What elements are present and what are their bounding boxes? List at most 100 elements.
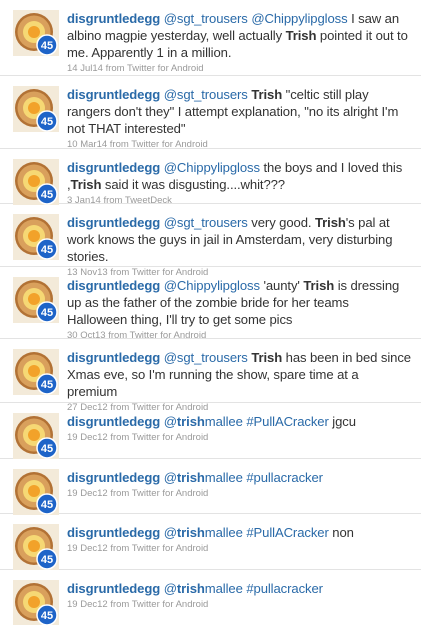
hashtag-link[interactable]: #PullACracker — [246, 414, 328, 429]
avatar-badge-label: 45 — [41, 189, 53, 201]
hashtag-link[interactable]: #PullACracker — [246, 525, 328, 540]
mention-link[interactable]: mallee — [205, 581, 243, 596]
pie-45-avatar-icon[interactable]: 45 — [13, 524, 59, 570]
tweet-meta: 19 Dec12 from Twitter for Android — [67, 599, 411, 611]
tweet-text: disgruntledegg @trishmallee #PullACracke… — [67, 413, 411, 430]
tweet-source-link[interactable]: Twitter for Android — [127, 63, 204, 74]
tweet: 45 disgruntledegg @sgt_trousers Trish ha… — [0, 339, 421, 413]
username-link[interactable]: disgruntledegg — [67, 87, 160, 102]
mention-link[interactable]: mallee — [205, 470, 243, 485]
pie-45-avatar-icon[interactable]: 45 — [13, 10, 59, 56]
source-prefix: from — [110, 488, 130, 499]
tweet: 45 disgruntledegg @Chippylipgloss the bo… — [0, 149, 421, 207]
mention-link[interactable]: @Chippylipgloss — [251, 11, 347, 26]
tweet-content: disgruntledegg @trishmallee #PullACracke… — [67, 524, 411, 555]
pie-45-avatar-icon[interactable]: 45 — [13, 159, 59, 205]
hashtag-link[interactable]: #pullacracker — [246, 470, 323, 485]
tweet-meta: 19 Dec12 from Twitter for Android — [67, 488, 411, 500]
tweet: 45 disgruntledegg @sgt_trousers Trish "c… — [0, 76, 421, 151]
mention-link[interactable]: mallee — [205, 525, 243, 540]
username-link[interactable]: disgruntledegg — [67, 470, 160, 485]
tweet-timestamp[interactable]: 19 Dec12 — [67, 599, 108, 610]
username-link[interactable]: disgruntledegg — [67, 350, 160, 365]
mention-link[interactable]: mallee — [205, 414, 243, 429]
tweet-text: disgruntledegg @Chippylipgloss the boys … — [67, 159, 411, 193]
tweet-timestamp[interactable]: 19 Dec12 — [67, 488, 108, 499]
username-link[interactable]: disgruntledegg — [67, 11, 160, 26]
username-link[interactable]: disgruntledegg — [67, 278, 160, 293]
mention-link[interactable]: @sgt_trousers — [164, 87, 248, 102]
tweet-text: disgruntledegg @trishmallee #PullACracke… — [67, 524, 411, 541]
tweet-text-segment: said it was disgusting....whit??? — [101, 177, 285, 192]
avatar-badge-label: 45 — [41, 116, 53, 128]
tweet-content: disgruntledegg @sgt_trousers @Chippylipg… — [67, 10, 411, 75]
avatar-badge-label: 45 — [41, 40, 53, 52]
tweet-text: disgruntledegg @trishmallee #pullacracke… — [67, 580, 411, 597]
search-keyword-highlight: Trish — [314, 215, 346, 230]
mention-keyword-highlight[interactable]: trish — [177, 525, 205, 540]
tweet-content: disgruntledegg @sgt_trousers Trish "celt… — [67, 86, 411, 151]
username-link[interactable]: disgruntledegg — [67, 525, 160, 540]
pie-45-avatar-icon[interactable]: 45 — [13, 413, 59, 459]
tweet: 45 disgruntledegg @Chippylipgloss 'aunty… — [0, 267, 421, 342]
tweet-timestamp[interactable]: 14 Jul14 — [67, 63, 103, 74]
tweet-text-segment: jgcu — [328, 414, 356, 429]
mention-link[interactable]: @sgt_trousers — [164, 11, 248, 26]
tweet: 45 disgruntledegg @sgt_trousers very goo… — [0, 204, 421, 278]
mention-keyword-highlight[interactable]: trish — [177, 414, 205, 429]
mention-keyword-highlight[interactable]: trish — [177, 470, 205, 485]
mention-link[interactable]: @ — [164, 470, 177, 485]
pie-45-avatar-icon[interactable]: 45 — [13, 214, 59, 260]
mention-link[interactable]: @ — [164, 414, 177, 429]
tweet-source-link[interactable]: Twitter for Android — [132, 543, 209, 554]
mention-keyword-highlight[interactable]: trish — [177, 581, 205, 596]
tweet-source-link[interactable]: Twitter for Android — [132, 488, 209, 499]
pie-45-avatar-icon[interactable]: 45 — [13, 277, 59, 323]
tweet: 45 disgruntledegg @sgt_trousers @Chippyl… — [0, 0, 421, 76]
tweet-text-segment: non — [328, 525, 354, 540]
tweet-content: disgruntledegg @trishmallee #pullacracke… — [67, 469, 411, 500]
tweet-text: disgruntledegg @sgt_trousers Trish "celt… — [67, 86, 411, 137]
tweet-text: disgruntledegg @sgt_trousers Trish has b… — [67, 349, 411, 400]
tweet-content: disgruntledegg @Chippylipgloss the boys … — [67, 159, 411, 207]
tweet-feed: 45 disgruntledegg @sgt_trousers @Chippyl… — [0, 0, 421, 625]
avatar-badge-label: 45 — [41, 244, 53, 256]
tweet-content: disgruntledegg @trishmallee #PullACracke… — [67, 413, 411, 444]
tweet-timestamp[interactable]: 19 Dec12 — [67, 543, 108, 554]
source-prefix: from — [105, 63, 125, 74]
tweet-meta: 19 Dec12 from Twitter for Android — [67, 432, 411, 444]
search-keyword-highlight: Trish — [303, 278, 335, 293]
mention-link[interactable]: @ — [164, 581, 177, 596]
mention-link[interactable]: @sgt_trousers — [164, 350, 248, 365]
pie-45-avatar-icon[interactable]: 45 — [13, 469, 59, 515]
mention-link[interactable]: @Chippylipgloss — [164, 160, 260, 175]
mention-link[interactable]: @ — [164, 525, 177, 540]
tweet-text: disgruntledegg @trishmallee #pullacracke… — [67, 469, 411, 486]
hashtag-link[interactable]: #pullacracker — [246, 581, 323, 596]
avatar-badge-label: 45 — [41, 379, 53, 391]
search-keyword-highlight: Trish — [70, 177, 102, 192]
pie-45-avatar-icon[interactable]: 45 — [13, 86, 59, 132]
tweet-content: disgruntledegg @Chippylipgloss 'aunty' T… — [67, 277, 411, 342]
avatar-badge-label: 45 — [41, 554, 53, 566]
tweet: 45 disgruntledegg @trishmallee #PullACra… — [0, 514, 421, 570]
tweet-source-link[interactable]: Twitter for Android — [132, 599, 209, 610]
tweet-timestamp[interactable]: 19 Dec12 — [67, 432, 108, 443]
avatar-badge-label: 45 — [41, 499, 53, 511]
source-prefix: from — [110, 543, 130, 554]
avatar-badge-label: 45 — [41, 443, 53, 455]
pie-45-avatar-icon[interactable]: 45 — [13, 349, 59, 395]
tweet-content: disgruntledegg @trishmallee #pullacracke… — [67, 580, 411, 611]
mention-link[interactable]: @sgt_trousers — [164, 215, 248, 230]
tweet: 45 disgruntledegg @trishmallee #pullacra… — [0, 459, 421, 515]
tweet-source-link[interactable]: Twitter for Android — [132, 432, 209, 443]
username-link[interactable]: disgruntledegg — [67, 160, 160, 175]
username-link[interactable]: disgruntledegg — [67, 215, 160, 230]
username-link[interactable]: disgruntledegg — [67, 414, 160, 429]
mention-link[interactable]: @Chippylipgloss — [164, 278, 260, 293]
pie-45-avatar-icon[interactable]: 45 — [13, 580, 59, 625]
source-prefix: from — [110, 432, 130, 443]
source-prefix: from — [110, 599, 130, 610]
tweet-text: disgruntledegg @Chippylipgloss 'aunty' T… — [67, 277, 411, 328]
username-link[interactable]: disgruntledegg — [67, 581, 160, 596]
